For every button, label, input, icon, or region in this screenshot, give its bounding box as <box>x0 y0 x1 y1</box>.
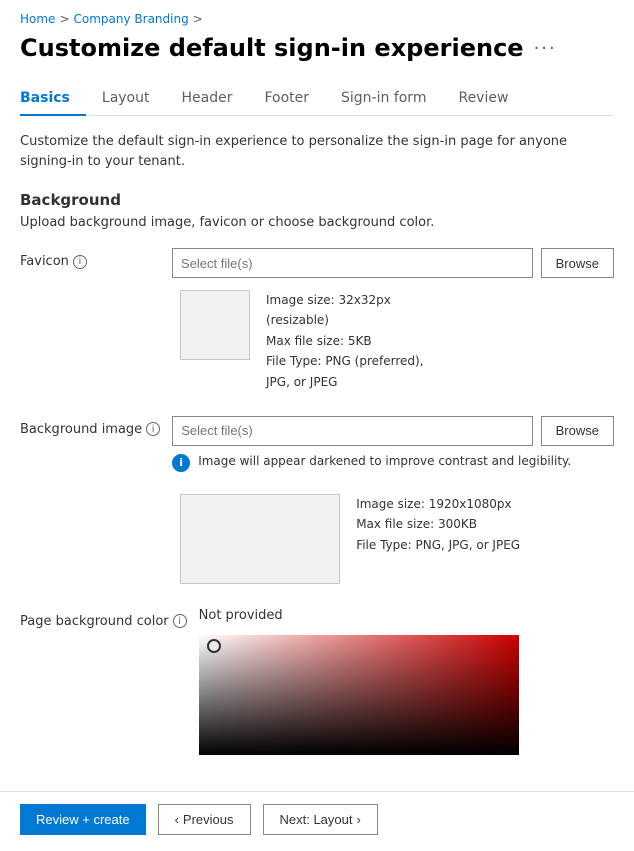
breadcrumb: Home > Company Branding > <box>20 12 614 26</box>
favicon-input-row: Browse <box>172 248 614 278</box>
tab-review[interactable]: Review <box>442 82 524 116</box>
more-options-icon[interactable]: ··· <box>534 38 557 59</box>
page-background-color-info-icon[interactable]: i <box>173 614 187 628</box>
favicon-input[interactable] <box>172 248 533 278</box>
background-section-title: Background <box>20 191 614 209</box>
favicon-info-icon[interactable]: i <box>73 255 87 269</box>
color-picker-handle[interactable] <box>207 639 221 653</box>
background-image-label: Background image i <box>20 416 160 437</box>
background-image-preview-box <box>180 494 340 584</box>
favicon-field-row: Favicon i Browse Image size: 32x32px (re… <box>20 248 614 392</box>
background-section: Background Upload background image, favi… <box>20 191 614 230</box>
tab-footer[interactable]: Footer <box>248 82 325 116</box>
color-picker[interactable] <box>199 635 519 755</box>
color-gradient <box>199 635 519 755</box>
page-title-row: Customize default sign-in experience ··· <box>20 34 614 62</box>
page-background-color-section: Page background color i Not provided <box>20 608 614 755</box>
background-image-input[interactable] <box>172 416 532 446</box>
breadcrumb-company-branding[interactable]: Company Branding <box>74 12 189 26</box>
tab-basics[interactable]: Basics <box>20 82 86 116</box>
bottom-bar: Review + create ‹ Previous Next: Layout … <box>0 791 634 847</box>
page-background-color-content: Not provided <box>199 608 614 755</box>
color-gradient-overlay <box>199 635 519 755</box>
tabs-bar: Basics Layout Header Footer Sign-in form… <box>20 82 614 116</box>
breadcrumb-home[interactable]: Home <box>20 12 55 26</box>
page-title: Customize default sign-in experience <box>20 34 524 62</box>
favicon-preview-box <box>180 290 250 360</box>
next-label: Next: Layout <box>280 812 353 827</box>
favicon-preview: Image size: 32x32px (resizable) Max file… <box>180 290 614 392</box>
background-section-subtitle: Upload background image, favicon or choo… <box>20 215 614 230</box>
background-image-field-row: Background image i Browse i Image will a… <box>20 416 614 584</box>
chevron-right-icon: › <box>357 812 361 827</box>
breadcrumb-sep1: > <box>59 12 69 26</box>
background-image-content: Browse i Image will appear darkened to i… <box>172 416 614 584</box>
favicon-content: Browse Image size: 32x32px (resizable) M… <box>172 248 614 392</box>
tab-layout[interactable]: Layout <box>86 82 166 116</box>
page-background-color-label: Page background color i <box>20 608 187 629</box>
background-image-info-banner: i Image will appear darkened to improve … <box>172 454 614 472</box>
previous-label: Previous <box>183 812 234 827</box>
previous-button[interactable]: ‹ Previous <box>158 804 251 835</box>
tab-sign-in-form[interactable]: Sign-in form <box>325 82 442 116</box>
background-image-input-row: Browse <box>172 416 614 446</box>
favicon-image-info: Image size: 32x32px (resizable) Max file… <box>266 290 424 392</box>
background-image-browse-button[interactable]: Browse <box>541 416 614 446</box>
tab-header[interactable]: Header <box>165 82 248 116</box>
breadcrumb-sep2: > <box>193 12 203 26</box>
chevron-left-icon: ‹ <box>175 812 179 827</box>
page-background-color-value: Not provided <box>199 608 614 623</box>
background-image-preview: Image size: 1920x1080px Max file size: 3… <box>180 494 614 584</box>
info-circle-icon: i <box>172 454 190 472</box>
review-create-button[interactable]: Review + create <box>20 804 146 835</box>
favicon-browse-button[interactable]: Browse <box>541 248 614 278</box>
next-button[interactable]: Next: Layout › <box>263 804 378 835</box>
tab-description: Customize the default sign-in experience… <box>20 132 614 171</box>
favicon-label: Favicon i <box>20 248 160 269</box>
background-image-info-icon[interactable]: i <box>146 422 160 436</box>
background-image-info: Image size: 1920x1080px Max file size: 3… <box>356 494 520 555</box>
